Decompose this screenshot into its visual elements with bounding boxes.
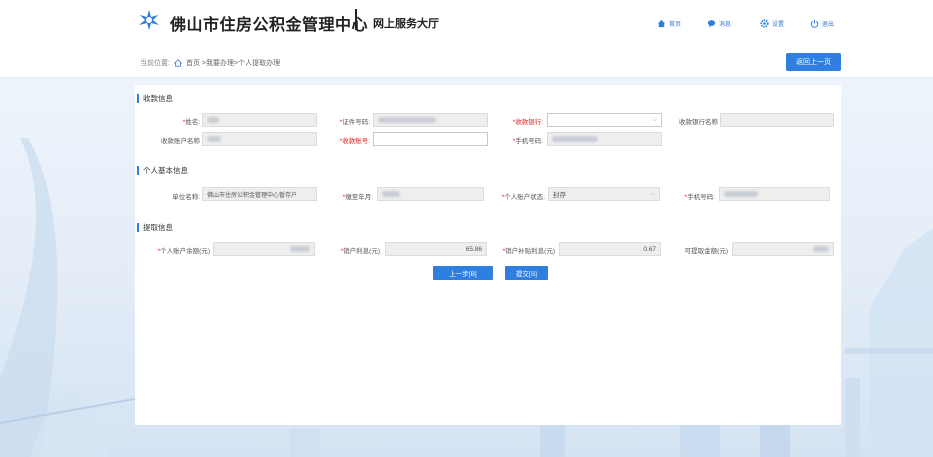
nav-message[interactable]: 消息 <box>707 17 731 29</box>
unit-label: 单位名称: <box>172 194 200 201</box>
bank-label: *收款银行: <box>512 119 543 126</box>
bank-select[interactable]: ⌵ <box>547 113 662 127</box>
payee-phone-label: *手机号码: <box>512 138 543 145</box>
logo-icon <box>139 10 159 30</box>
top-header: 佛山市住房公积金管理中心 网上服务大厅 首页 消息 设置 退出 <box>0 0 933 46</box>
personal-phone-label: *手机号码: <box>684 194 715 201</box>
nav-settings-label: 设置 <box>772 21 785 28</box>
message-icon <box>707 19 716 28</box>
available-field <box>732 242 834 256</box>
portal-name: 网上服务大厅 <box>373 18 439 30</box>
submit-button[interactable]: 提交[S] <box>505 266 548 280</box>
account-status-label: *个人账户状态: <box>501 194 545 201</box>
power-icon <box>810 19 819 28</box>
nav-settings[interactable]: 设置 <box>760 17 784 29</box>
balance-label: *个人账户余额(元) <box>157 248 210 255</box>
home-icon <box>173 59 182 67</box>
section-withdraw-title: 提取信息 <box>137 222 173 233</box>
bank-name-label: 收款银行名称 <box>679 119 718 126</box>
interest-label: *销户利息(元) <box>340 248 380 255</box>
section-personal-title-text: 个人基本信息 <box>143 166 188 175</box>
chevron-down-icon: ⌵ <box>652 116 657 123</box>
unit-field: 佛山市住房公积金管理中心暂存户 <box>202 187 317 201</box>
name-field <box>202 113 317 127</box>
section-marker <box>137 223 139 232</box>
nav-home[interactable]: 首页 <box>657 17 681 29</box>
title-separator <box>355 9 357 30</box>
account-no-label: *收款账号: <box>339 138 370 145</box>
form-panel: 收款信息 *姓名: *证件号码: *收款银行: ⌵ 收款银行名称 收款账户名称 … <box>135 85 841 425</box>
breadcrumb: 当前位置: 首页 >我要办理>个人提取办理 <box>140 58 280 68</box>
breadcrumb-prefix: 当前位置: <box>140 60 170 67</box>
account-no-input[interactable] <box>373 132 488 146</box>
section-marker <box>137 166 139 175</box>
account-status-select: 封存 ⌵ <box>548 187 660 201</box>
subsidy-field: 0.67 <box>559 242 661 256</box>
name-label: *姓名: <box>182 119 200 126</box>
account-name-label: 收款账户名称 <box>161 138 200 145</box>
interest-field: 65.86 <box>385 242 487 256</box>
settings-icon <box>760 18 769 28</box>
nav-home-label: 首页 <box>669 21 682 28</box>
paid-until-field <box>377 187 484 201</box>
section-withdraw-title-text: 提取信息 <box>143 223 173 232</box>
id-number-field <box>373 113 488 127</box>
section-payee-title-text: 收款信息 <box>143 94 173 103</box>
id-label: *证件号码: <box>339 119 370 126</box>
section-payee-title: 收款信息 <box>137 93 173 104</box>
payee-phone-field <box>547 132 662 146</box>
paid-until-label: *缴至年月: <box>342 194 373 201</box>
subsidy-label: *销户补贴利息(元) <box>502 248 555 255</box>
personal-phone-field <box>719 187 830 201</box>
nav-logout-label: 退出 <box>822 21 835 28</box>
section-personal-title: 个人基本信息 <box>137 165 188 176</box>
nav-message-label: 消息 <box>719 21 732 28</box>
home-icon <box>657 19 666 27</box>
site-name: 佛山市住房公积金管理中心 <box>170 17 369 34</box>
chevron-down-icon: ⌵ <box>650 190 655 197</box>
section-marker <box>137 94 139 103</box>
bank-name-field <box>720 113 834 127</box>
balance-field <box>213 242 315 256</box>
available-label: 可提取金额(元) <box>684 248 728 255</box>
account-name-field <box>202 132 317 146</box>
prev-step-button[interactable]: 上一步[B] <box>433 266 493 280</box>
breadcrumb-path[interactable]: 首页 >我要办理>个人提取办理 <box>186 58 280 68</box>
nav-logout[interactable]: 退出 <box>810 17 834 29</box>
back-button[interactable]: 返回上一页 <box>786 53 841 71</box>
